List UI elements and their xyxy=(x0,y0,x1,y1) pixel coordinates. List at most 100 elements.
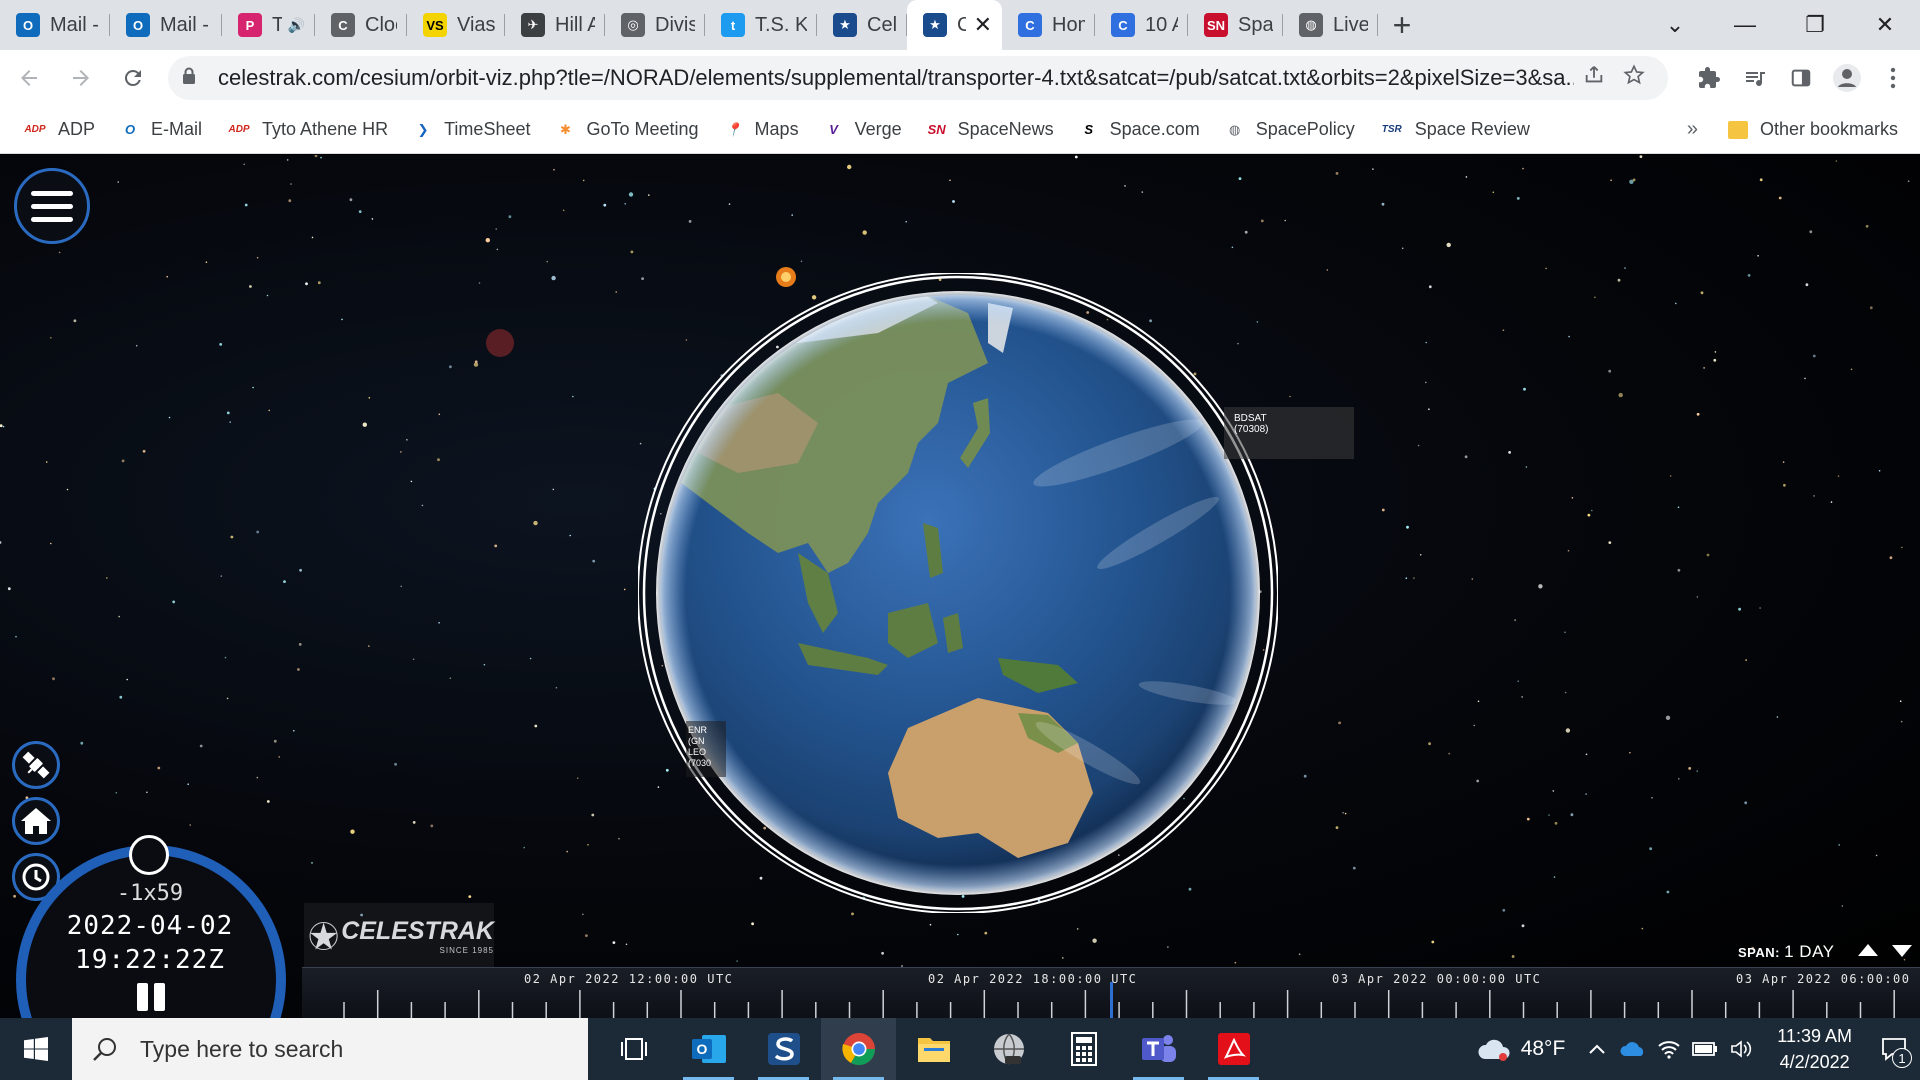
bookmark-item[interactable]: ✱ GoTo Meeting xyxy=(554,119,699,141)
search-placeholder: Type here to search xyxy=(140,1035,344,1062)
bookmark-label: Space.com xyxy=(1109,119,1200,139)
bookmark-item[interactable]: TSR Space Review xyxy=(1379,119,1530,141)
bookmark-item[interactable]: ADP Tyto Athene HR xyxy=(226,119,388,141)
span-increase-icon[interactable] xyxy=(1858,944,1878,956)
lock-icon xyxy=(182,67,204,90)
viasat-icon: VS xyxy=(423,13,447,37)
wifi-icon[interactable] xyxy=(1651,1039,1687,1059)
acrobat-app[interactable] xyxy=(1196,1018,1271,1080)
bookmark-label: TimeSheet xyxy=(444,119,531,139)
browser-tab[interactable]: ◍ Live c xyxy=(1283,0,1378,50)
audio-playing-icon[interactable]: 🔊 xyxy=(288,17,305,34)
taskbar-search[interactable]: Type here to search xyxy=(72,1018,588,1080)
address-bar[interactable]: celestrak.com/cesium/orbit-viz.php?tle=/… xyxy=(168,56,1668,100)
side-panel-button[interactable] xyxy=(1778,55,1824,101)
chrome-app[interactable] xyxy=(821,1018,896,1080)
bookmark-item[interactable]: ◍ SpacePolicy xyxy=(1224,119,1355,141)
minimize-button[interactable]: — xyxy=(1710,0,1780,50)
satellite-label-box[interactable]: ENR (GN LEO (7030 xyxy=(686,721,726,777)
profile-button[interactable] xyxy=(1824,55,1870,101)
bookmark-item[interactable]: S Space.com xyxy=(1078,119,1200,141)
pause-icon-bar xyxy=(154,983,165,1011)
tab-title: Viasat xyxy=(457,13,495,36)
browser-tab[interactable]: C Home xyxy=(1002,0,1095,50)
tab-search-button[interactable]: ⌄ xyxy=(1640,0,1710,50)
browser-tab[interactable]: ◎ Divisio xyxy=(605,0,705,50)
celestrak-icon: ★ xyxy=(923,13,947,37)
tab-title: To xyxy=(272,13,282,36)
bookmark-item[interactable]: 📍 Maps xyxy=(723,119,798,141)
stk-app[interactable] xyxy=(746,1018,821,1080)
volume-icon[interactable] xyxy=(1723,1039,1759,1059)
satellite-label-box[interactable]: BDSAT (70308) xyxy=(1224,407,1354,459)
c-circle-icon: C xyxy=(1018,13,1042,37)
earth-globe[interactable] xyxy=(637,272,1279,914)
satellite-button[interactable] xyxy=(12,741,60,789)
star-logo-icon xyxy=(309,921,338,951)
notification-center-button[interactable]: 1 xyxy=(1868,1018,1920,1080)
globe-pro-app[interactable] xyxy=(971,1018,1046,1080)
twitter-icon: t xyxy=(721,13,745,37)
share-icon[interactable] xyxy=(1574,64,1614,92)
browser-tab[interactable]: SN Space xyxy=(1188,0,1283,50)
tab-title: 10 Ap xyxy=(1145,13,1178,36)
satellite-name: ENR xyxy=(688,725,708,735)
browser-tab[interactable]: P To 🔊 xyxy=(222,0,315,50)
pause-button[interactable] xyxy=(137,983,165,1011)
browser-tab[interactable]: C Clocki xyxy=(315,0,407,50)
chrome-menu-button[interactable] xyxy=(1870,55,1916,101)
extensions-button[interactable] xyxy=(1686,55,1732,101)
close-window-button[interactable]: ✕ xyxy=(1850,0,1920,50)
new-tab-button[interactable]: + xyxy=(1378,0,1426,50)
orbit-viewer[interactable]: BDSAT (70308) ENR (GN LEO (7030 -1x59 20… xyxy=(0,155,1920,1018)
browser-tab[interactable]: ★ Celest xyxy=(817,0,907,50)
cloud-icon xyxy=(1478,1039,1510,1061)
teams-app[interactable] xyxy=(1121,1018,1196,1080)
other-bookmarks-folder[interactable]: Other bookmarks xyxy=(1727,119,1898,140)
back-button[interactable] xyxy=(6,55,52,101)
start-button[interactable] xyxy=(0,1018,72,1080)
search-icon xyxy=(93,1038,116,1061)
span-decrease-icon[interactable] xyxy=(1892,945,1912,957)
bookmark-item[interactable]: ❯ TimeSheet xyxy=(412,119,531,141)
restore-button[interactable]: ❐ xyxy=(1780,0,1850,50)
onedrive-icon[interactable] xyxy=(1615,1040,1651,1058)
calculator-app[interactable] xyxy=(1046,1018,1121,1080)
browser-tab[interactable]: O Mail - xyxy=(110,0,222,50)
maps-icon: 📍 xyxy=(725,121,742,137)
bookmark-item[interactable]: SN SpaceNews xyxy=(926,119,1054,141)
browser-tab[interactable]: ★ Ce✕ xyxy=(907,0,1002,50)
browser-tab[interactable]: ✈ Hill Af xyxy=(505,0,605,50)
reload-button[interactable] xyxy=(110,55,156,101)
browser-tab[interactable]: O Mail - xyxy=(0,0,110,50)
bookmarks-overflow-button[interactable]: » xyxy=(1687,118,1698,141)
spacenews-icon: SN xyxy=(1204,13,1228,37)
star-bookmark-icon[interactable] xyxy=(1614,64,1654,92)
weather-widget[interactable]: 48°F xyxy=(1477,1035,1565,1063)
close-tab-icon[interactable]: ✕ xyxy=(966,12,992,38)
timeline-cursor[interactable] xyxy=(1110,982,1113,1018)
tray-overflow-icon[interactable] xyxy=(1579,1043,1615,1055)
bookmark-item[interactable]: O E-Mail xyxy=(119,119,202,141)
forward-button[interactable] xyxy=(58,55,104,101)
home-button[interactable] xyxy=(12,797,60,845)
speed-knob[interactable] xyxy=(129,835,169,875)
timeline[interactable]: 02 Apr 2022 12:00:00 UTC 02 Apr 2022 18:… xyxy=(302,967,1920,1018)
task-view-button[interactable] xyxy=(596,1018,671,1080)
taskbar-clock[interactable]: 11:39 AM 4/2/2022 xyxy=(1777,1023,1852,1075)
hamburger-line xyxy=(31,203,73,209)
bookmark-item[interactable]: V Verge xyxy=(823,119,901,141)
main-menu-button[interactable] xyxy=(14,168,90,244)
browser-tab[interactable]: C 10 Ap xyxy=(1095,0,1188,50)
browser-tab[interactable]: t T.S. Ke xyxy=(705,0,817,50)
span-label: SPAN: xyxy=(1738,945,1780,960)
outlook-app[interactable]: O xyxy=(671,1018,746,1080)
battery-icon[interactable] xyxy=(1687,1042,1723,1056)
file-explorer-app[interactable] xyxy=(896,1018,971,1080)
bookmark-item[interactable]: ADP ADP xyxy=(22,119,95,141)
pause-icon xyxy=(137,983,148,1011)
globe-icon: ◍ xyxy=(1229,121,1241,137)
browser-tab[interactable]: VS Viasat xyxy=(407,0,505,50)
media-controls-button[interactable] xyxy=(1732,55,1778,101)
satellite-name: LEO xyxy=(688,747,707,757)
